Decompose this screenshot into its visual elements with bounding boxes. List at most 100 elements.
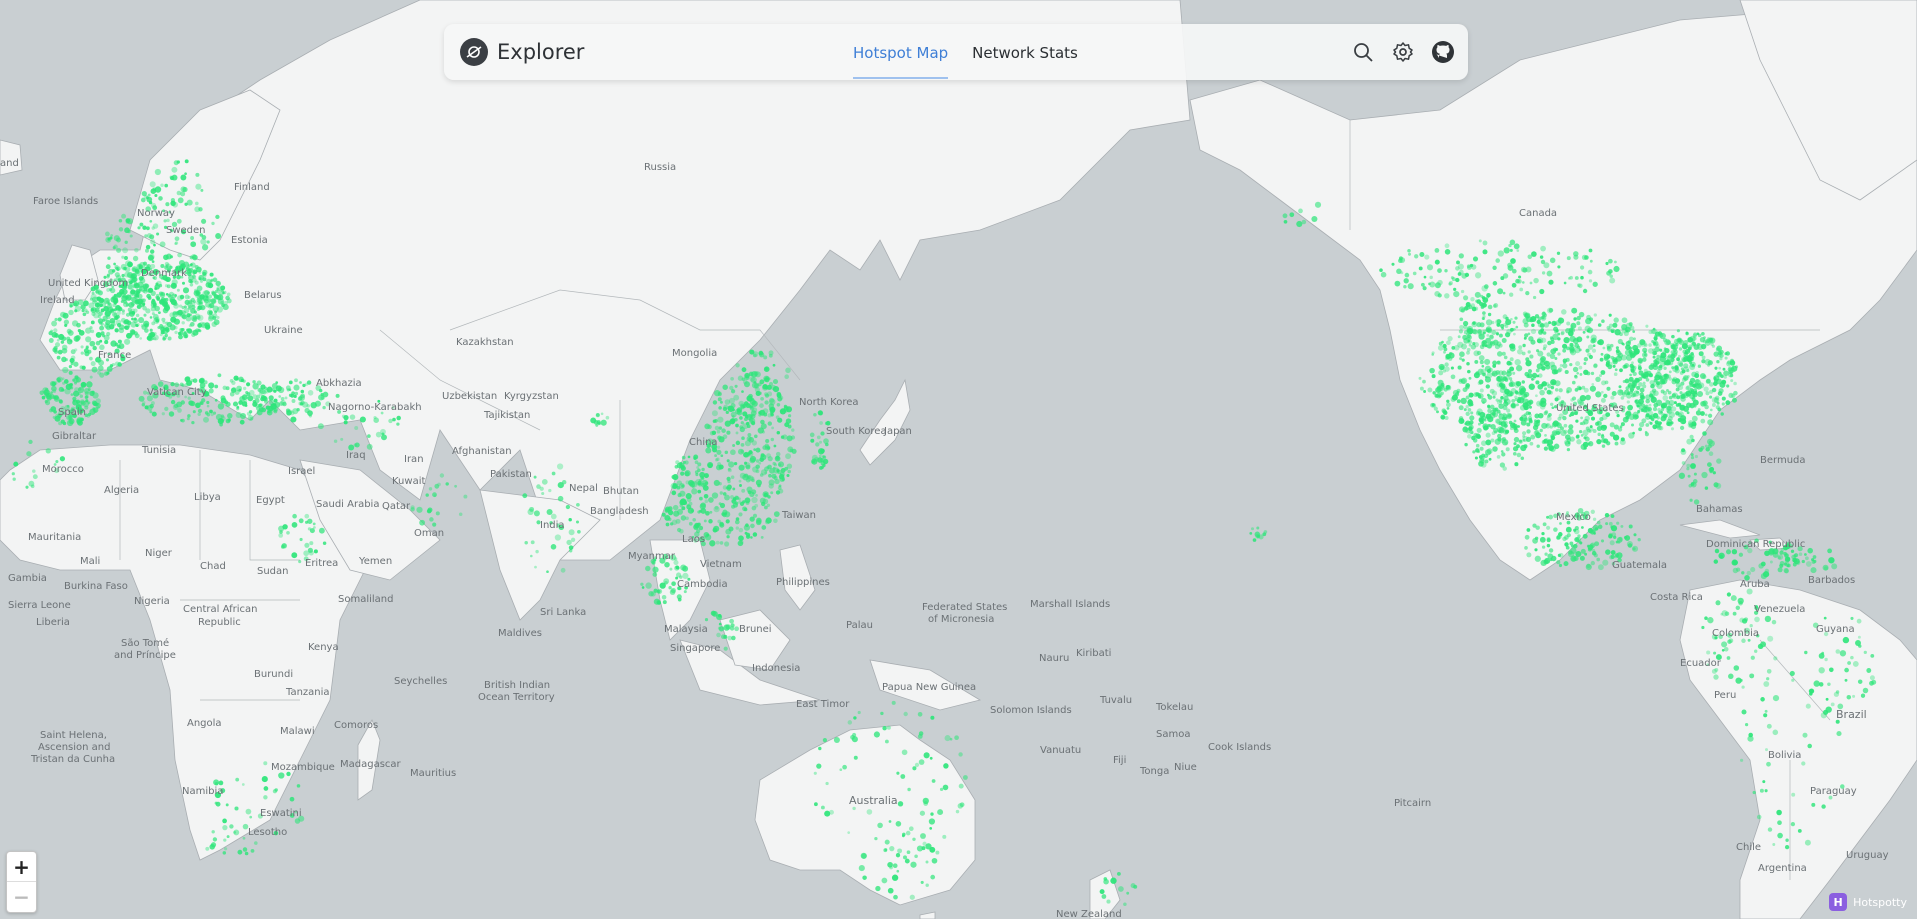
hotspot-marker[interactable] [925,843,932,850]
hotspot-marker[interactable] [197,322,203,328]
attribution[interactable]: H Hotspotty [1829,893,1907,911]
hotspot-marker[interactable] [1429,275,1433,280]
hotspot-marker[interactable] [164,297,169,302]
hotspot-marker[interactable] [1534,314,1540,319]
hotspot-marker[interactable] [672,484,678,489]
hotspot-marker[interactable] [209,272,214,277]
hotspot-marker[interactable] [68,364,73,369]
hotspot-marker[interactable] [1523,312,1529,318]
hotspot-marker[interactable] [1579,265,1585,270]
hotspot-marker[interactable] [711,492,719,499]
hotspot-marker[interactable] [743,507,748,512]
hotspot-marker[interactable] [1625,329,1629,333]
hotspot-marker[interactable] [256,394,261,399]
hotspot-marker[interactable] [1655,381,1660,385]
hotspot-marker[interactable] [1532,523,1537,528]
hotspot-marker[interactable] [819,440,822,444]
hotspot-marker[interactable] [1459,351,1465,358]
hotspot-marker[interactable] [89,297,94,301]
hotspot-marker[interactable] [944,735,951,742]
hotspot-marker[interactable] [215,233,222,239]
hotspot-marker[interactable] [1450,366,1454,370]
hotspot-marker[interactable] [1599,416,1604,422]
hotspot-marker[interactable] [1611,390,1617,397]
hotspot-marker[interactable] [1520,444,1527,452]
hotspot-marker[interactable] [1469,420,1474,425]
hotspot-marker[interactable] [114,361,120,367]
hotspot-marker[interactable] [1515,381,1522,387]
hotspot-marker[interactable] [714,425,720,431]
hotspot-marker[interactable] [1850,616,1854,620]
hotspot-marker[interactable] [1563,281,1567,285]
hotspot-marker[interactable] [304,542,310,548]
hotspot-marker[interactable] [209,409,213,414]
hotspot-marker[interactable] [171,293,177,299]
hotspot-marker[interactable] [916,845,923,852]
hotspot-marker[interactable] [730,449,736,456]
hotspot-marker[interactable] [1676,357,1680,362]
hotspot-marker[interactable] [1481,296,1486,300]
hotspot-marker[interactable] [178,330,184,336]
hotspot-marker[interactable] [110,320,116,326]
hotspot-marker[interactable] [943,763,949,769]
hotspot-marker[interactable] [1592,517,1597,521]
hotspot-marker[interactable] [1529,354,1534,359]
hotspot-marker[interactable] [1771,619,1777,625]
hotspot-marker[interactable] [1627,404,1633,411]
hotspot-marker[interactable] [1777,556,1781,560]
hotspot-marker[interactable] [1477,412,1481,416]
hotspot-marker[interactable] [53,410,57,414]
hotspot-marker[interactable] [184,172,187,176]
hotspot-marker[interactable] [174,241,179,245]
hotspot-marker[interactable] [1741,571,1745,575]
hotspot-marker[interactable] [149,316,153,319]
hotspot-marker[interactable] [1560,331,1565,336]
hotspot-marker[interactable] [1614,260,1617,264]
hotspot-marker[interactable] [1539,288,1545,295]
hotspot-marker[interactable] [162,307,169,314]
hotspot-marker[interactable] [124,325,128,330]
hotspot-marker[interactable] [143,313,147,317]
hotspot-marker[interactable] [1564,369,1569,375]
hotspot-marker[interactable] [694,460,699,465]
hotspot-marker[interactable] [1608,521,1613,526]
hotspot-marker[interactable] [1506,412,1513,420]
hotspot-marker[interactable] [235,411,242,418]
hotspot-marker[interactable] [1752,790,1756,795]
hotspot-marker[interactable] [354,426,359,430]
hotspot-marker[interactable] [1485,319,1493,326]
hotspot-marker[interactable] [1540,559,1547,567]
hotspot-marker[interactable] [754,387,761,393]
hotspot-marker[interactable] [1599,374,1602,378]
hotspot-marker[interactable] [1481,340,1488,347]
hotspot-marker[interactable] [212,277,218,283]
hotspot-marker[interactable] [1825,697,1829,701]
hotspot-marker[interactable] [771,426,774,430]
hotspot-marker[interactable] [679,528,684,534]
hotspot-marker[interactable] [1720,612,1724,616]
hotspot-marker[interactable] [1444,366,1450,372]
hotspot-marker[interactable] [1427,387,1433,393]
hotspot-marker[interactable] [818,448,825,455]
hotspot-marker[interactable] [1477,329,1482,334]
hotspot-marker[interactable] [731,504,736,509]
hotspot-marker[interactable] [1632,547,1636,551]
hotspot-marker[interactable] [904,858,910,864]
hotspot-marker[interactable] [738,464,745,471]
hotspot-marker[interactable] [1533,420,1540,427]
hotspot-marker[interactable] [1501,416,1507,421]
hotspot-marker[interactable] [1433,406,1438,411]
hotspot-marker[interactable] [1539,536,1546,543]
hotspot-marker[interactable] [1426,264,1434,271]
hotspot-marker[interactable] [744,461,748,465]
hotspot-marker[interactable] [45,400,51,406]
hotspot-marker[interactable] [786,435,793,442]
hotspot-marker[interactable] [416,506,423,513]
hotspot-marker[interactable] [910,861,917,868]
hotspot-marker[interactable] [1444,248,1451,255]
hotspot-marker[interactable] [162,337,166,341]
hotspot-marker[interactable] [1437,279,1443,286]
hotspot-marker[interactable] [231,387,237,392]
hotspot-marker[interactable] [1465,411,1470,416]
hotspot-marker[interactable] [732,487,736,491]
